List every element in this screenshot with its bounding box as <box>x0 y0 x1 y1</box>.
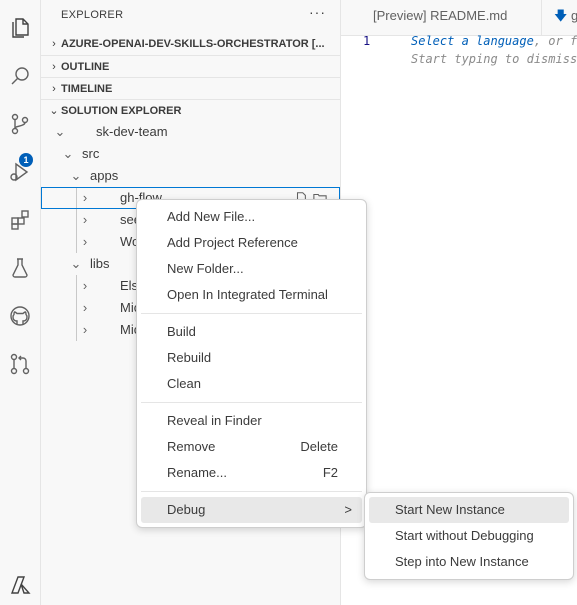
submenu-item-step-into-new-instance[interactable]: Step into New Instance <box>369 549 569 575</box>
run-debug-icon[interactable] <box>0 152 40 192</box>
menu-item-label: Start without Debugging <box>395 528 534 543</box>
section-workspace-label: AZURE-OPENAI-DEV-SKILLS-ORCHESTRATOR [..… <box>61 38 325 50</box>
files-icon[interactable] <box>0 8 40 48</box>
extensions-icon[interactable] <box>0 200 40 240</box>
menu-item-label: Rename... <box>167 465 227 480</box>
tab-readme-preview[interactable]: [Preview] README.md <box>373 0 533 35</box>
menu-separator <box>141 402 362 403</box>
download-arrow-icon: 🡇 <box>554 8 568 23</box>
menu-item-label: Reveal in Finder <box>167 413 262 428</box>
azure-icon[interactable] <box>0 565 40 605</box>
menu-item-label: Clean <box>167 376 201 391</box>
section-workspace[interactable]: › AZURE-OPENAI-DEV-SKILLS-ORCHESTRATOR [… <box>41 33 340 55</box>
chevron-right-icon: › <box>82 278 88 293</box>
section-outline-label: OUTLINE <box>61 61 110 73</box>
tree-item-sk-dev-team[interactable]: ⌄ sk-dev-team <box>41 121 340 143</box>
menu-item-rename[interactable]: Rename... F2 <box>141 460 362 486</box>
search-icon[interactable] <box>0 56 40 96</box>
menu-item-add-new-file[interactable]: Add New File... <box>141 204 362 230</box>
section-solution-label: SOLUTION EXPLORER <box>61 105 182 117</box>
tab-second-label: g <box>571 8 577 23</box>
menu-item-shortcut: Delete <box>300 439 338 454</box>
menu-item-reveal-in-finder[interactable]: Reveal in Finder <box>141 408 362 434</box>
menu-item-label: Debug <box>167 502 206 517</box>
menu-item-new-folder[interactable]: New Folder... <box>141 256 362 282</box>
menu-item-debug[interactable]: Debug > <box>141 497 362 523</box>
chevron-right-icon: › <box>52 38 56 50</box>
chevron-right-icon: › <box>82 300 88 315</box>
menu-item-clean[interactable]: Clean <box>141 371 362 397</box>
pull-request-icon[interactable] <box>0 344 40 384</box>
chevron-right-icon: › <box>52 83 56 95</box>
menu-item-shortcut: F2 <box>322 465 338 480</box>
source-control-icon[interactable] <box>0 104 40 144</box>
chevron-right-icon: › <box>82 322 88 337</box>
menu-item-add-project-reference[interactable]: Add Project Reference <box>141 230 362 256</box>
menu-item-label: Step into New Instance <box>395 554 529 569</box>
activity-bar: 1 <box>0 0 41 605</box>
menu-item-label: New Folder... <box>167 261 244 276</box>
debug-submenu: Start New Instance Start without Debuggi… <box>364 492 574 580</box>
chevron-down-icon: ⌄ <box>49 105 59 117</box>
tree-item-label: src <box>82 146 100 161</box>
testing-icon[interactable] <box>0 248 40 288</box>
section-outline[interactable]: › OUTLINE <box>41 55 340 78</box>
chevron-right-icon: › <box>82 212 88 227</box>
tree-item-apps[interactable]: ⌄ apps <box>41 165 340 187</box>
editor-hint-text: , or f <box>533 34 577 48</box>
menu-separator <box>141 313 362 314</box>
chevron-down-icon: ⌄ <box>70 168 82 183</box>
menu-item-label: Open In Integrated Terminal <box>167 287 328 302</box>
submenu-item-start-new-instance[interactable]: Start New Instance <box>369 497 569 523</box>
chevron-right-icon: › <box>52 61 56 73</box>
menu-item-label: Remove <box>167 439 216 454</box>
tab-bar: [Preview] README.md 🡇 g <box>341 0 577 36</box>
editor-hint-line2: Start typing to dismiss <box>411 52 577 66</box>
submenu-item-start-without-debugging[interactable]: Start without Debugging <box>369 523 569 549</box>
line-number: 1 <box>363 34 371 48</box>
chevron-down-icon: ⌄ <box>54 124 66 139</box>
menu-item-remove[interactable]: Remove Delete <box>141 434 362 460</box>
section-timeline-label: TIMELINE <box>61 83 113 95</box>
chevron-down-icon: ⌄ <box>62 146 74 161</box>
tab-second[interactable]: 🡇 g <box>541 0 577 35</box>
explorer-title: EXPLORER <box>61 9 124 21</box>
chevron-right-icon: › <box>82 234 88 249</box>
chevron-right-icon: > <box>344 502 352 517</box>
context-menu: Add New File... Add Project Reference Ne… <box>136 199 367 528</box>
chevron-down-icon: ⌄ <box>70 256 82 271</box>
tree-item-label: apps <box>90 168 119 183</box>
menu-item-label: Build <box>167 324 196 339</box>
menu-item-label: Add Project Reference <box>167 235 298 250</box>
menu-item-build[interactable]: Build <box>141 319 362 345</box>
select-language-link[interactable]: Select a language <box>411 34 534 48</box>
github-icon[interactable] <box>0 296 40 336</box>
tree-item-label: sk-dev-team <box>96 124 168 139</box>
section-timeline[interactable]: › TIMELINE <box>41 77 340 100</box>
menu-item-label: Add New File... <box>167 209 256 224</box>
menu-item-label: Start New Instance <box>395 502 505 517</box>
editor-hint-line1: Select a language, or f <box>411 34 577 48</box>
section-solution-explorer[interactable]: ⌄ SOLUTION EXPLORER <box>41 99 340 122</box>
more-actions-icon[interactable]: ··· <box>309 4 326 20</box>
menu-item-label: Rebuild <box>167 350 212 365</box>
menu-item-open-terminal[interactable]: Open In Integrated Terminal <box>141 282 362 308</box>
tree-item-src[interactable]: ⌄ src <box>41 143 340 165</box>
menu-item-rebuild[interactable]: Rebuild <box>141 345 362 371</box>
menu-separator <box>141 491 362 492</box>
tree-item-label: libs <box>90 256 110 271</box>
chevron-right-icon: › <box>82 190 88 205</box>
